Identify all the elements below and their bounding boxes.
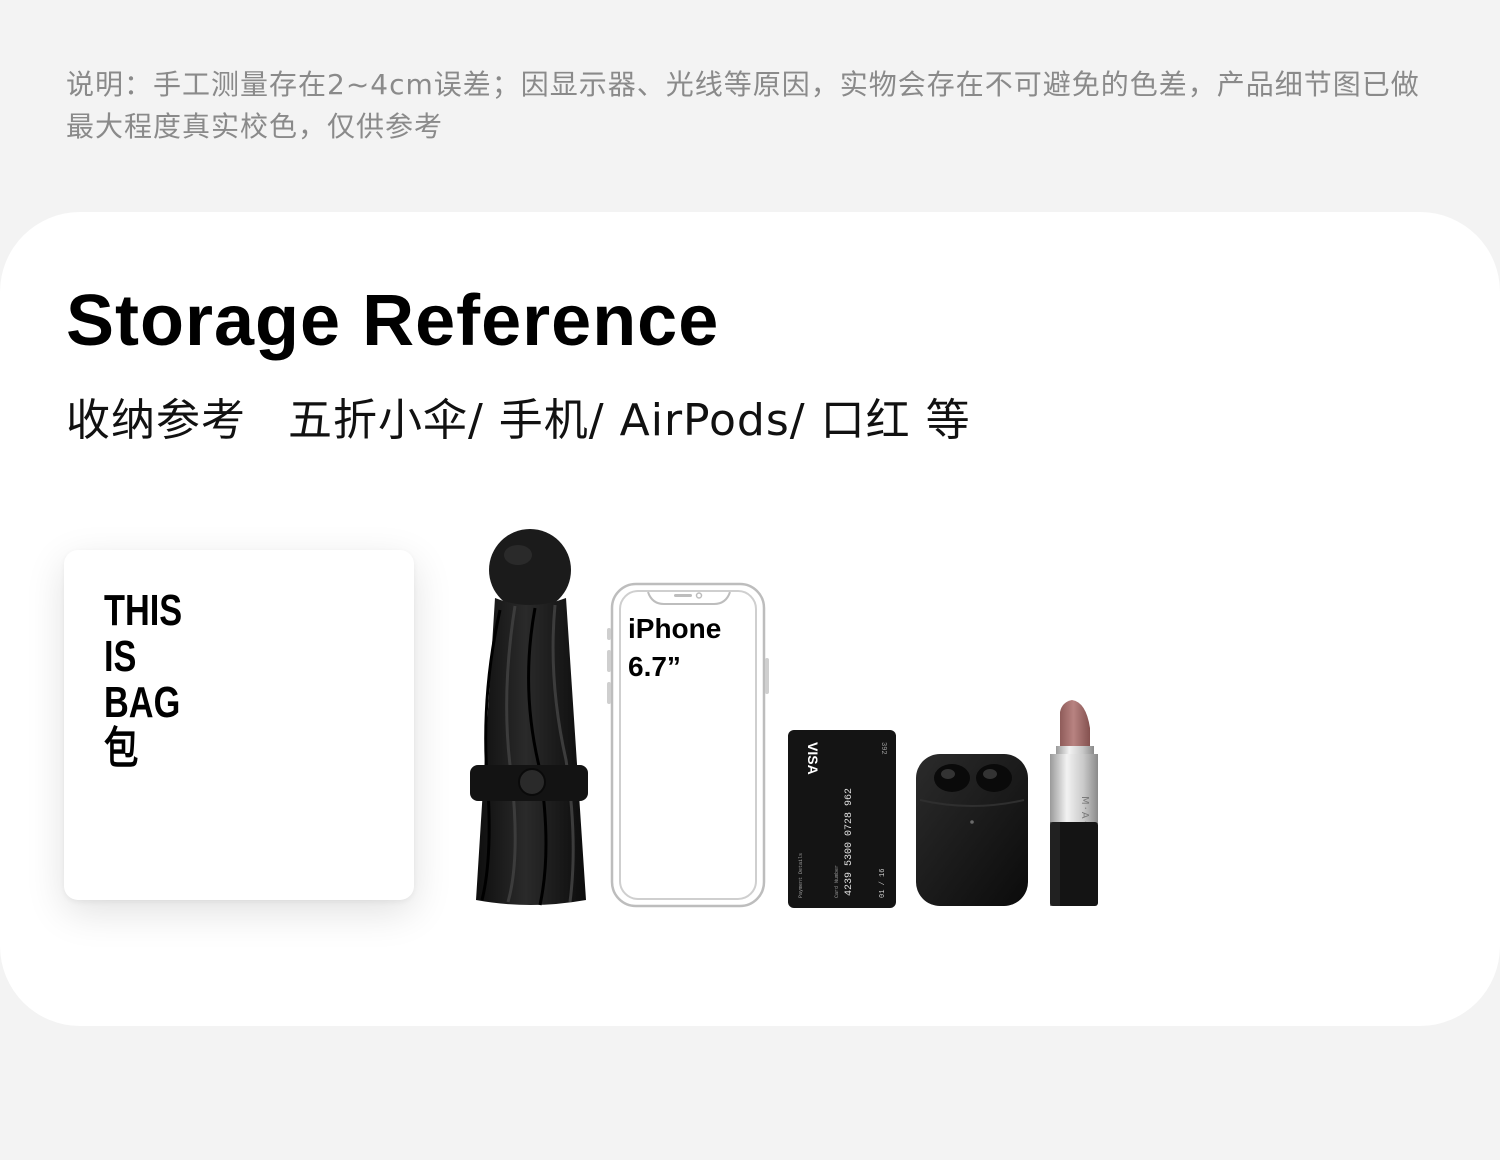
bag-line: BAG (104, 678, 181, 727)
bag-line: 包 (104, 724, 139, 773)
bag-logo-text: THIS IS BAG 包 (104, 588, 182, 772)
phone-size-label: iPhone 6.7” (628, 610, 721, 686)
bag-illustration: THIS IS BAG 包 (64, 550, 414, 900)
subtitle-cn: 收纳参考 (66, 395, 246, 446)
subtitle-items: 五折小伞/ 手机/ AirPods/ 口红 等 (288, 395, 971, 446)
page-title: Storage Reference (66, 281, 720, 361)
bag-line: THIS (104, 586, 183, 635)
page-subtitle: 收纳参考 五折小伞/ 手机/ AirPods/ 口红 等 (66, 384, 971, 448)
phone-size: 6.7” (628, 651, 681, 682)
phone-model: iPhone (628, 613, 722, 644)
disclaimer-note: 说明：手工测量存在2~4cm误差；因显示器、光线等原因，实物会存在不可避免的色差… (66, 68, 1420, 143)
bag-line: IS (104, 632, 137, 681)
